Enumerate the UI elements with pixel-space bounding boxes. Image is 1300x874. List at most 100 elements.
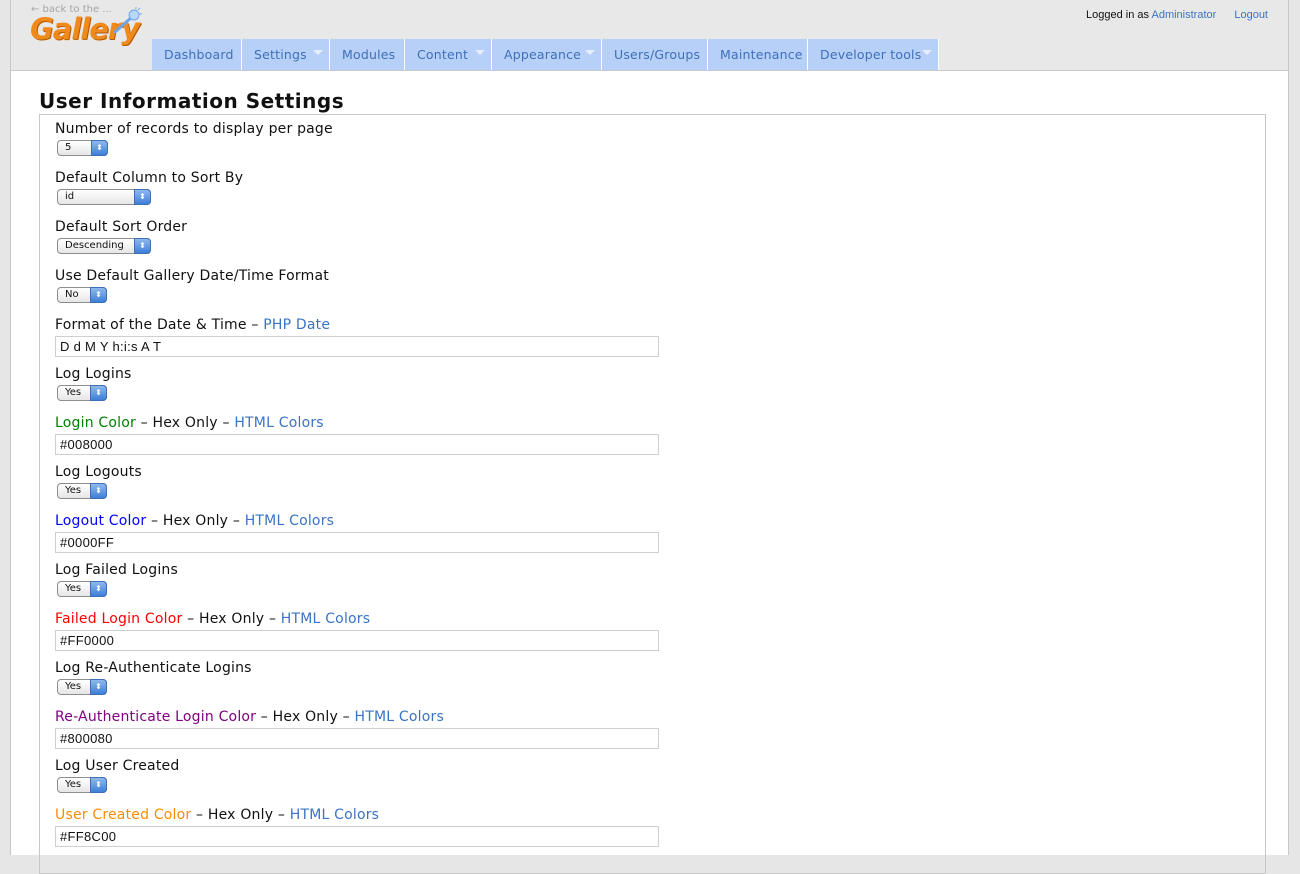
label-text: Logout Color — [55, 513, 147, 529]
label-text: Login Color — [55, 415, 136, 431]
php-date-link[interactable]: PHP Date — [263, 317, 330, 333]
label-text: Re-Authenticate Login Color — [55, 709, 257, 725]
field-label: Default Sort Order — [55, 219, 188, 235]
failed-login-color-input[interactable]: #FF0000 — [55, 630, 659, 651]
field-user-created-color: User Created Color – Hex Only – HTML Col… — [55, 806, 659, 847]
separator: – — [140, 415, 148, 431]
field-sort-column: Default Column to Sort By id ⬍ — [55, 169, 243, 205]
menu-developer-tools[interactable]: Developer tools — [808, 39, 939, 70]
sort-column-select[interactable]: id ⬍ — [57, 189, 151, 205]
field-login-color: Login Color – Hex Only – HTML Colors #00… — [55, 414, 659, 455]
separator: – — [151, 513, 159, 529]
field-label: User Created Color – Hex Only – HTML Col… — [55, 806, 659, 824]
label-text: Failed Login Color — [55, 611, 183, 627]
field-label: Logout Color – Hex Only – HTML Colors — [55, 512, 659, 530]
sort-order-select[interactable]: Descending ⬍ — [57, 238, 151, 254]
separator: – — [187, 611, 195, 627]
field-reauth-color: Re-Authenticate Login Color – Hex Only –… — [55, 708, 659, 749]
date-format-input[interactable]: D d M Y h:i:s A T — [55, 336, 659, 357]
select-value: id — [65, 191, 75, 202]
records-per-page-select[interactable]: 5 ⬍ — [57, 140, 108, 156]
select-value: Yes — [65, 681, 82, 692]
logout-link[interactable]: Logout — [1234, 9, 1268, 21]
menu-label: Users/Groups — [614, 47, 701, 62]
label-text: User Created Color — [55, 807, 192, 823]
field-log-logins: Log Logins Yes ⬍ — [55, 365, 132, 401]
log-failed-logins-select[interactable]: Yes ⬍ — [57, 581, 107, 597]
field-sort-order: Default Sort Order Descending ⬍ — [55, 218, 187, 254]
field-label: Failed Login Color – Hex Only – HTML Col… — [55, 610, 659, 628]
log-logins-select[interactable]: Yes ⬍ — [57, 385, 107, 401]
default-date-format-select[interactable]: No ⬍ — [57, 287, 107, 303]
user-info: Logged in as Administrator Logout — [1086, 9, 1268, 21]
reauth-color-input[interactable]: #800080 — [55, 728, 659, 749]
log-user-created-select[interactable]: Yes ⬍ — [57, 777, 107, 793]
field-label: Log User Created — [55, 758, 180, 774]
chevron-down-icon — [475, 50, 485, 55]
field-label: Login Color – Hex Only – HTML Colors — [55, 414, 659, 432]
administrator-link[interactable]: Administrator — [1151, 9, 1216, 21]
field-logout-color: Logout Color – Hex Only – HTML Colors #0… — [55, 512, 659, 553]
menu-dashboard[interactable]: Dashboard — [152, 39, 242, 70]
field-log-logouts: Log Logouts Yes ⬍ — [55, 463, 142, 499]
html-colors-link[interactable]: HTML Colors — [354, 709, 443, 725]
field-label: Log Failed Logins — [55, 562, 178, 578]
select-value: No — [65, 289, 79, 300]
label-text: Format of the Date & Time — [55, 317, 247, 333]
login-color-input[interactable]: #008000 — [55, 434, 659, 455]
field-log-failed-logins: Log Failed Logins Yes ⬍ — [55, 561, 178, 597]
select-stepper-icon: ⬍ — [90, 581, 107, 597]
menu-settings[interactable]: Settings — [242, 39, 330, 70]
field-label: Default Column to Sort By — [55, 170, 244, 186]
separator: – — [251, 317, 259, 333]
menu-label: Appearance — [504, 47, 582, 62]
field-default-date-format: Use Default Gallery Date/Time Format No ⬍ — [55, 267, 329, 303]
menu-label: Modules — [342, 47, 396, 62]
field-label: Format of the Date & Time – PHP Date — [55, 316, 659, 334]
hex-only-text: Hex Only — [152, 415, 218, 431]
menu-label: Content — [417, 47, 469, 62]
logout-color-input[interactable]: #0000FF — [55, 532, 659, 553]
separator: – — [222, 415, 230, 431]
chevron-down-icon — [313, 50, 323, 55]
menu-content[interactable]: Content — [405, 39, 492, 70]
select-stepper-icon: ⬍ — [91, 140, 108, 156]
menu-users-groups[interactable]: Users/Groups — [602, 39, 708, 70]
page-title: User Information Settings — [39, 89, 345, 113]
menu-appearance[interactable]: Appearance — [492, 39, 602, 70]
field-label: Use Default Gallery Date/Time Format — [55, 268, 329, 284]
menu-label: Developer tools — [820, 47, 922, 62]
log-reauth-select[interactable]: Yes ⬍ — [57, 679, 107, 695]
menu-label: Maintenance — [720, 47, 803, 62]
field-label: Number of records to display per page — [55, 121, 333, 137]
settings-form: Number of records to display per page 5 ⬍… — [39, 114, 1266, 874]
select-value: Yes — [65, 779, 82, 790]
field-label: Re-Authenticate Login Color – Hex Only –… — [55, 708, 659, 726]
hex-only-text: Hex Only — [272, 709, 338, 725]
html-colors-link[interactable]: HTML Colors — [281, 611, 370, 627]
hex-only-text: Hex Only — [162, 513, 229, 529]
admin-menu: Dashboard Settings Modules Content Appea… — [152, 39, 939, 70]
logo-sparkle-icon — [113, 7, 142, 34]
logged-in-text: Logged in as — [1086, 9, 1150, 21]
select-stepper-icon: ⬍ — [90, 483, 107, 499]
menu-modules[interactable]: Modules — [330, 39, 405, 70]
field-label: Log Re-Authenticate Logins — [55, 660, 252, 676]
select-stepper-icon: ⬍ — [90, 777, 107, 793]
log-logouts-select[interactable]: Yes ⬍ — [57, 483, 107, 499]
select-stepper-icon: ⬍ — [134, 238, 151, 254]
html-colors-link[interactable]: HTML Colors — [290, 807, 379, 823]
separator: – — [277, 807, 286, 823]
field-records-per-page: Number of records to display per page 5 ⬍ — [55, 120, 333, 156]
select-value: Yes — [65, 583, 82, 594]
chevron-down-icon — [922, 50, 932, 55]
hex-only-text: Hex Only — [207, 807, 274, 823]
field-date-format: Format of the Date & Time – PHP Date D d… — [55, 316, 659, 357]
separator: – — [232, 513, 241, 529]
user-created-color-input[interactable]: #FF8C00 — [55, 826, 659, 847]
html-colors-link[interactable]: HTML Colors — [234, 415, 323, 431]
html-colors-link[interactable]: HTML Colors — [245, 513, 334, 529]
menu-maintenance[interactable]: Maintenance — [708, 39, 808, 70]
admin-header: ← back to the ... Gallery Logged in as A… — [11, 0, 1288, 71]
menu-label: Dashboard — [164, 47, 234, 62]
